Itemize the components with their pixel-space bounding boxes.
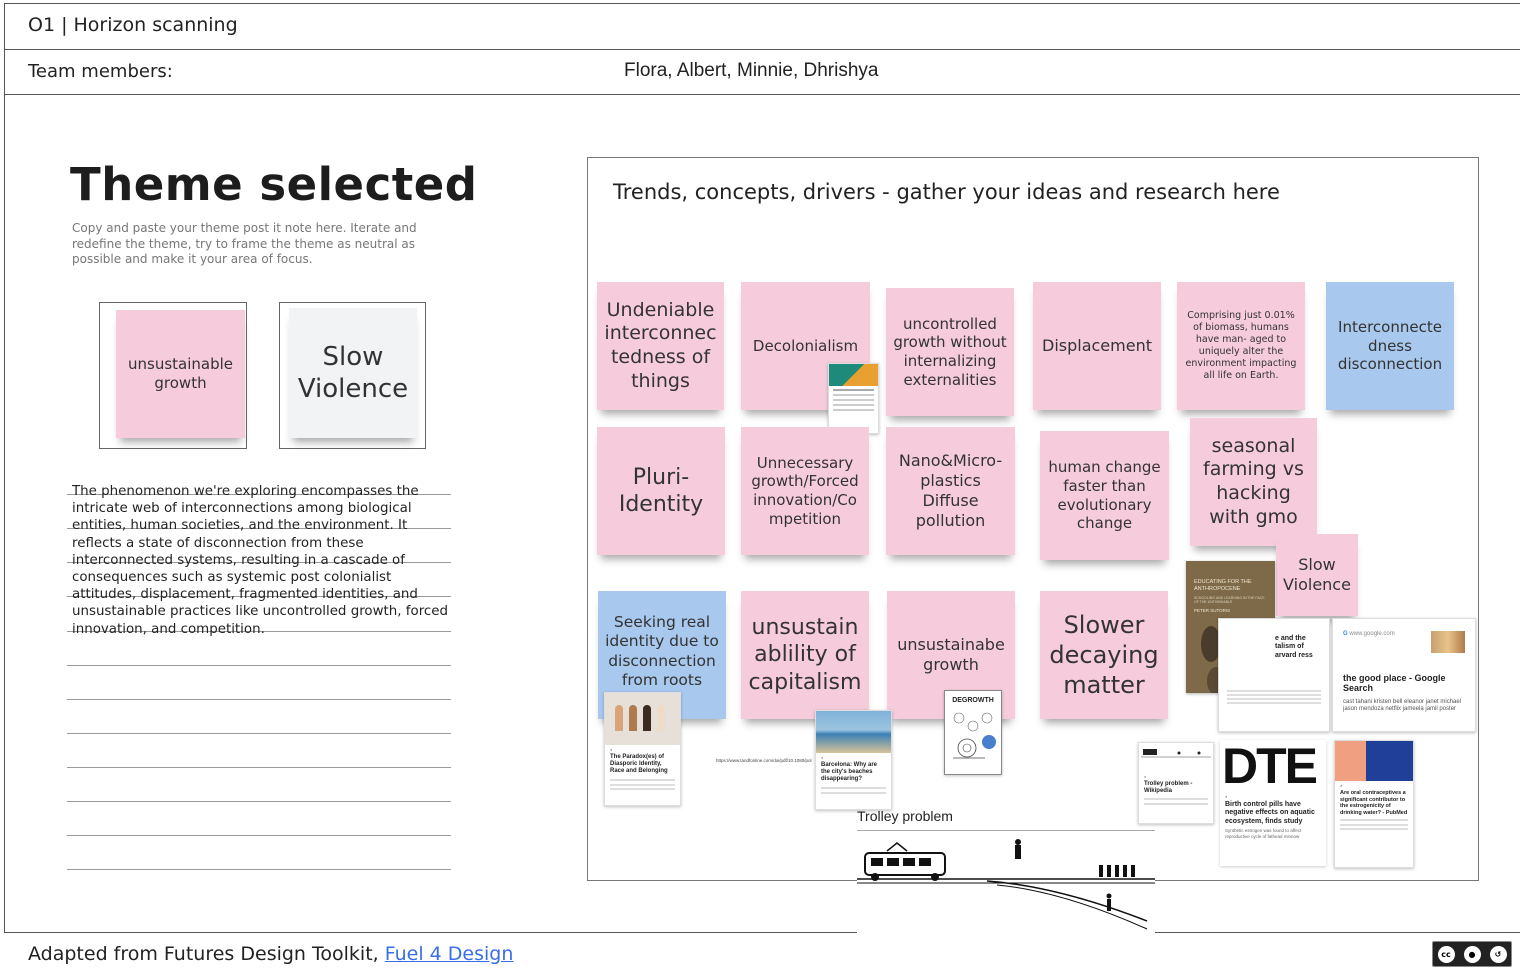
link-card-title: Birth control pills have negative effect… bbox=[1225, 801, 1315, 825]
link-card-pubmed[interactable]: ● Are oral contraceptives a significant … bbox=[1334, 740, 1414, 868]
snail-icon bbox=[953, 712, 996, 759]
link-card-trolley[interactable]: ● Trolley problem - Wikipedia bbox=[1138, 742, 1214, 824]
line bbox=[67, 733, 451, 734]
google-icon: G bbox=[1343, 631, 1348, 637]
link-card-article[interactable]: e and the talism of arvard ress bbox=[1218, 618, 1330, 732]
sticky-note[interactable]: Displacement bbox=[1033, 282, 1161, 410]
sticky-note[interactable]: Comprising just 0.01% of biomass, humans… bbox=[1177, 282, 1305, 410]
footer-text: Adapted from Futures Design Toolkit, bbox=[28, 943, 379, 965]
degrowth-image[interactable]: DEGROWTH bbox=[944, 690, 1002, 775]
line bbox=[67, 699, 451, 700]
team-members[interactable]: Flora, Albert, Minnie, Dhrishya bbox=[624, 60, 879, 82]
link-card-desc: cast tahani kristen bell eleanor janet m… bbox=[1343, 699, 1462, 713]
sticky-note[interactable]: unsustain ablility of capitalism bbox=[741, 591, 869, 719]
line bbox=[67, 665, 451, 666]
degrowth-label: DEGROWTH bbox=[952, 697, 994, 704]
link-url[interactable]: https://www.tandfonline.com/doi/pdf/10.1… bbox=[716, 758, 812, 763]
link-card-dte[interactable]: DTE ● Birth control pills have negative … bbox=[1220, 740, 1326, 866]
team-label: Team members: bbox=[28, 61, 173, 82]
board-title: Trends, concepts, drivers - gather your … bbox=[613, 180, 1280, 204]
footer-attribution: Adapted from Futures Design Toolkit, Fue… bbox=[28, 943, 513, 965]
book-author: PETER SUTORIS bbox=[1194, 608, 1231, 614]
theme-heading: Theme selected bbox=[70, 158, 478, 211]
dte-logo: DTE bbox=[1222, 740, 1318, 794]
thumbnail bbox=[1431, 631, 1465, 653]
link-card-desc: Synthetic estrogen was found to affect r… bbox=[1225, 828, 1302, 839]
line bbox=[67, 869, 451, 870]
page-title: O1 | Horizon scanning bbox=[28, 14, 238, 36]
link-card-title: the good place - Google Search bbox=[1343, 673, 1446, 694]
theme-note-1[interactable]: unsustainable growth bbox=[116, 310, 245, 438]
theme-description[interactable]: The phenomenon we're exploring encompass… bbox=[72, 483, 452, 638]
cc-license-badge: cc ● ↺ bbox=[1432, 941, 1512, 967]
book-title: EDUCATING FOR THE ANTHROPOCENE bbox=[1194, 579, 1252, 592]
line bbox=[67, 767, 451, 768]
trolley-thumb-icon bbox=[1141, 749, 1211, 758]
sticky-note[interactable]: Slow Violence bbox=[1276, 534, 1358, 616]
link-card-title: The Paradox(es) of Diasporic Identity, R… bbox=[610, 754, 668, 775]
google-site: www.google.com bbox=[1349, 631, 1395, 637]
sticky-note[interactable]: Slower decaying matter bbox=[1040, 591, 1168, 719]
sticky-note[interactable]: uncontrolled growth without internalizin… bbox=[886, 288, 1014, 416]
sticky-note[interactable]: Undeniable interconnec tedness of things bbox=[597, 282, 724, 410]
line bbox=[67, 835, 451, 836]
link-card-title: Trolley problem - Wikipedia bbox=[1144, 781, 1193, 795]
sticky-note[interactable]: human change faster than evolutionary ch… bbox=[1040, 431, 1169, 560]
link-card-title: e and the talism of arvard ress bbox=[1275, 635, 1313, 659]
theme-note-2[interactable]: Slow Violence bbox=[289, 308, 417, 438]
trolley-label: Trolley problem bbox=[857, 808, 953, 824]
sticky-note[interactable]: Unnecessary growth/Forced innovation/Co … bbox=[741, 427, 869, 555]
link-card-diaspora[interactable]: ● The Paradox(es) of Diasporic Identity,… bbox=[604, 692, 681, 806]
trolley-problem-image bbox=[857, 839, 1155, 930]
pdf-thumbnail[interactable] bbox=[828, 363, 879, 434]
by-icon: ● bbox=[1463, 945, 1481, 963]
sticky-note[interactable]: Nano&Micro- plastics Diffuse pollution bbox=[886, 427, 1015, 555]
sa-icon: ↺ bbox=[1489, 945, 1507, 963]
link-card-title: Barcelona: Why are the city's beaches di… bbox=[821, 762, 878, 783]
fuel4design-link[interactable]: Fuel 4 Design bbox=[385, 943, 514, 965]
line bbox=[67, 801, 451, 802]
link-card-title: Are oral contraceptives a significant co… bbox=[1340, 790, 1408, 816]
trolley-illustration[interactable] bbox=[857, 830, 1155, 934]
sticky-note[interactable]: Pluri- Identity bbox=[597, 427, 725, 555]
link-card-google[interactable]: G www.google.com the good place - Google… bbox=[1332, 618, 1476, 732]
book-subtitle: SCHOOLING AND LEARNING IN THE FACE OF TH… bbox=[1194, 596, 1265, 605]
cc-icon: cc bbox=[1437, 945, 1455, 963]
sticky-note[interactable]: seasonal farming vs hacking with gmo bbox=[1190, 418, 1317, 546]
link-card-barcelona[interactable]: ● Barcelona: Why are the city's beaches … bbox=[815, 710, 892, 810]
theme-instructions: Copy and paste your theme post it note h… bbox=[72, 221, 417, 266]
sticky-note[interactable]: Interconnecte dness disconnection bbox=[1326, 282, 1454, 410]
